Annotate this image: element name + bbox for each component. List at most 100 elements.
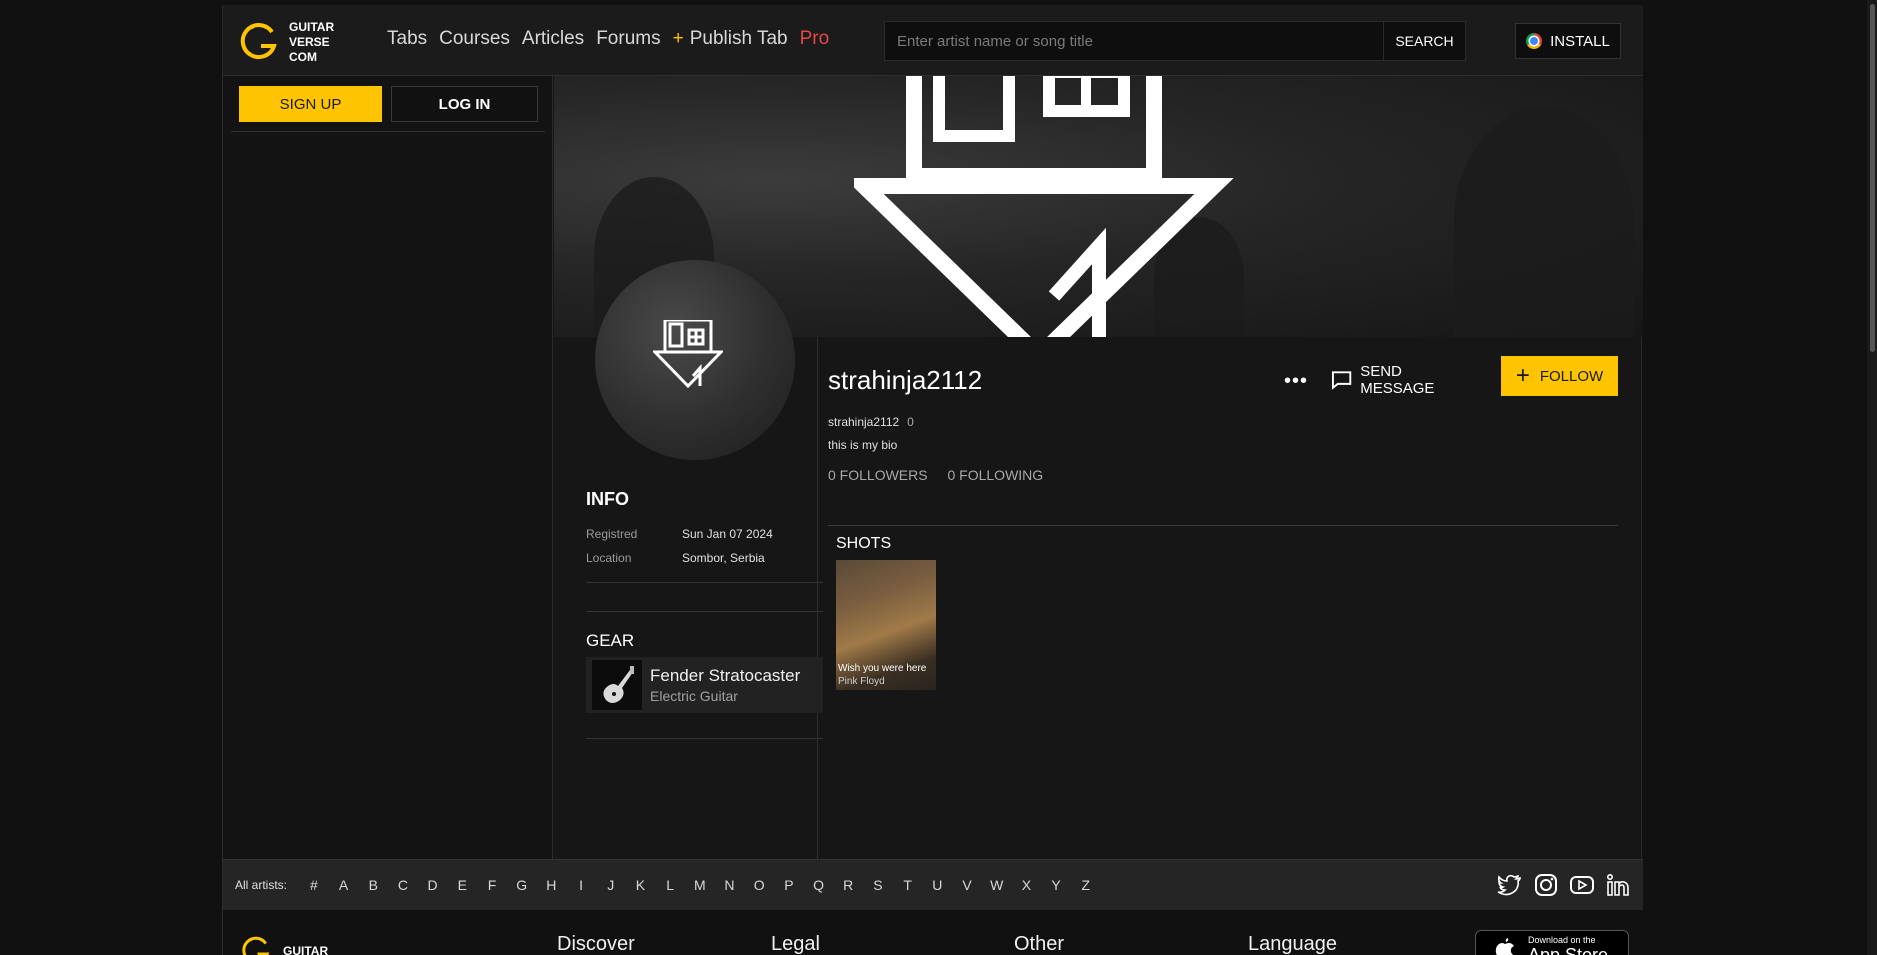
follow-button[interactable]: + FOLLOW [1501, 356, 1618, 396]
publish-plus-icon[interactable]: + [673, 28, 684, 50]
gear-card[interactable]: Fender Stratocaster Electric Guitar [586, 657, 823, 713]
nav-pro[interactable]: Pro [800, 28, 830, 50]
app-store-badge[interactable]: Download on the App Store [1475, 930, 1629, 955]
search-bar: SEARCH [884, 21, 1466, 61]
followers-link[interactable]: 0 FOLLOWERS [828, 467, 928, 483]
artist-letter[interactable]: T [893, 877, 923, 893]
gear-thumbnail [592, 660, 642, 710]
shot-artist: Pink Floyd [838, 676, 885, 687]
artist-letter[interactable]: F [477, 877, 507, 893]
send-message-button[interactable]: SEND MESSAGE [1331, 363, 1476, 397]
location-row: Location Sombor, Serbia [586, 551, 765, 565]
gear-text: Fender Stratocaster Electric Guitar [650, 666, 800, 704]
artist-letter[interactable]: D [418, 877, 448, 893]
gear-divider-bottom [586, 738, 823, 739]
main-divider [828, 525, 1618, 526]
artist-letter[interactable]: Z [1071, 877, 1101, 893]
artist-letter[interactable]: W [982, 877, 1012, 893]
sidebar-divider [231, 131, 545, 132]
artist-letter[interactable]: Y [1041, 877, 1071, 893]
footer-language-heading: Language [1248, 933, 1337, 955]
artist-letter[interactable]: K [626, 877, 656, 893]
artist-letter[interactable]: P [774, 877, 804, 893]
registered-value: Sun Jan 07 2024 [682, 527, 773, 541]
apple-icon [1495, 938, 1514, 955]
artist-letter[interactable]: L [655, 877, 685, 893]
artist-letter[interactable]: X [1012, 877, 1042, 893]
artist-letter[interactable]: S [863, 877, 893, 893]
nav-tabs[interactable]: Tabs [387, 28, 427, 50]
send-message-label: SEND MESSAGE [1360, 363, 1435, 397]
artist-letter[interactable]: G [507, 877, 537, 893]
scrollbar-thumb[interactable] [1870, 4, 1875, 352]
artist-letter[interactable]: E [447, 877, 477, 893]
search-button[interactable]: SEARCH [1384, 21, 1466, 61]
registered-row: Registred Sun Jan 07 2024 [586, 527, 773, 541]
app-frame: GUITAR VERSE COM Tabs Courses Articles F… [222, 5, 1643, 955]
footer-logo[interactable]: GUITAR [239, 936, 328, 955]
footer-other-heading: Other [1014, 933, 1065, 955]
logo-text: GUITAR VERSE COM [289, 19, 335, 64]
profile-bio: this is my bio [828, 438, 898, 452]
install-label: INSTALL [1550, 32, 1610, 50]
location-label: Location [586, 551, 632, 565]
all-artists-label: All artists: [235, 878, 288, 892]
all-artists-bar: All artists: # A B C D E F G H I J K L M… [223, 859, 1643, 910]
linkedin-icon[interactable] [1605, 872, 1631, 898]
nav-articles[interactable]: Articles [522, 28, 584, 50]
app-store-big-text: App Store [1528, 945, 1609, 955]
install-button[interactable]: INSTALL [1515, 23, 1621, 59]
more-options-button[interactable]: ••• [1281, 369, 1311, 393]
search-input[interactable] [884, 21, 1384, 61]
footer-logo-text: GUITAR [283, 944, 329, 955]
artist-letter[interactable]: A [329, 877, 359, 893]
page-scrollbar[interactable] [1867, 0, 1877, 955]
footer-discover-heading: Discover [557, 933, 635, 955]
nav-forums[interactable]: Forums [596, 28, 660, 50]
site-footer: GUITAR Discover Legal Other Language Dow… [223, 910, 1643, 955]
site-header: GUITAR VERSE COM Tabs Courses Articles F… [223, 5, 1643, 76]
follow-label: FOLLOW [1539, 367, 1604, 385]
social-links [1487, 872, 1631, 898]
twitter-icon[interactable] [1497, 872, 1523, 898]
registered-label: Registred [586, 527, 638, 541]
gear-name: Fender Stratocaster [650, 666, 801, 685]
logo-g-icon [240, 23, 277, 60]
site-logo[interactable]: GUITAR VERSE COM [239, 17, 359, 67]
artist-letter[interactable]: H [537, 877, 567, 893]
log-in-button[interactable]: LOG IN [391, 86, 538, 122]
following-link[interactable]: 0 FOLLOWING [947, 467, 1043, 483]
artist-letter[interactable]: N [715, 877, 745, 893]
shots-heading: SHOTS [836, 535, 892, 552]
main-nav: Tabs Courses Articles Forums + Publish T… [387, 28, 841, 50]
page: GUITAR VERSE COM Tabs Courses Articles F… [0, 0, 1877, 955]
artist-letter[interactable]: R [833, 877, 863, 893]
sign-up-button[interactable]: SIGN UP [239, 86, 382, 122]
info-panel: INFO Registred Sun Jan 07 2024 Location So… [554, 337, 823, 859]
artist-letter[interactable]: # [299, 877, 329, 893]
info-divider [586, 582, 823, 583]
artist-letter[interactable]: U [922, 877, 952, 893]
shot-title: Wish you were here [838, 663, 927, 674]
logo-g-icon [242, 936, 270, 955]
shot-card[interactable]: Wish you were here Pink Floyd [836, 560, 936, 690]
message-icon [1331, 371, 1352, 390]
plus-icon: + [1515, 362, 1530, 389]
artist-letter[interactable]: O [744, 877, 774, 893]
youtube-icon[interactable] [1569, 872, 1595, 898]
instagram-icon[interactable] [1533, 872, 1559, 898]
artist-letter[interactable]: V [952, 877, 982, 893]
footer-legal-heading: Legal [771, 933, 820, 955]
artist-letter-list: # A B C D E F G H I J K L M N O P Q R S [299, 877, 1101, 893]
artist-letter[interactable]: B [358, 877, 388, 893]
artist-letter[interactable]: I [566, 877, 596, 893]
band-logo-icon [854, 76, 1234, 337]
profile-username: strahinja2112 [828, 365, 983, 395]
chrome-icon [1526, 33, 1543, 49]
artist-letter[interactable]: M [685, 877, 715, 893]
artist-letter[interactable]: J [596, 877, 626, 893]
nav-courses[interactable]: Courses [439, 28, 510, 50]
artist-letter[interactable]: Q [804, 877, 834, 893]
artist-letter[interactable]: C [388, 877, 418, 893]
nav-publish-tab[interactable]: Publish Tab [690, 28, 788, 50]
